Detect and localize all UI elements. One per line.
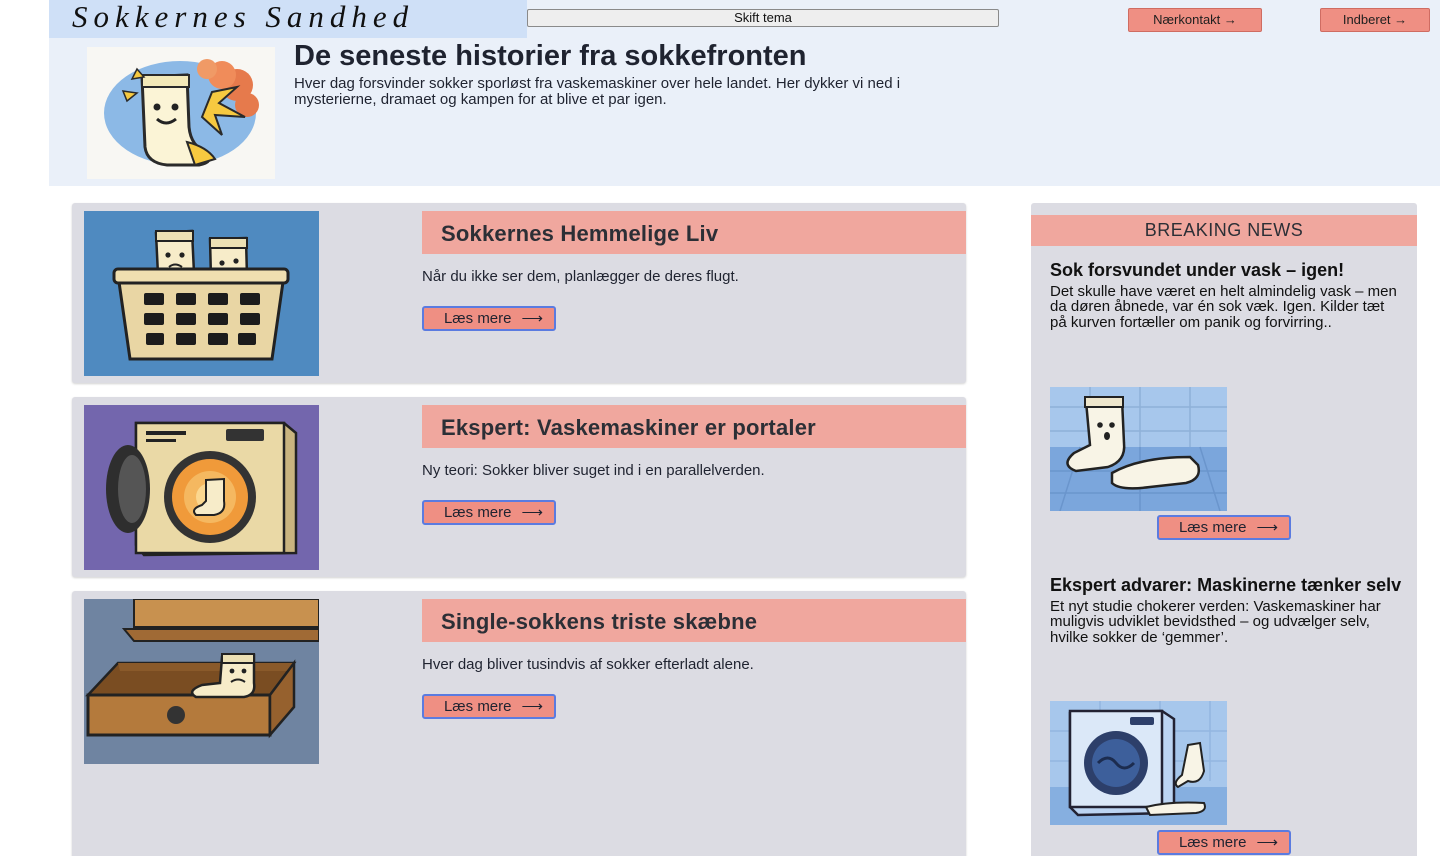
logo-text[interactable]: Sokkernes Sandhed (72, 0, 414, 35)
article-description: Når du ikke ser dem, planlægger de deres… (422, 268, 739, 285)
news-item: Ekspert advarer: Maskinerne tænker selv … (1050, 574, 1405, 645)
article-title-bar: Sokkernes Hemmelige Liv (422, 211, 966, 254)
article-image-washing-machine-portal[interactable] (84, 405, 319, 570)
news-title[interactable]: Ekspert advarer: Maskinerne tænker selv (1050, 574, 1405, 596)
read-more-button[interactable]: Læs mere ⟶ (422, 306, 556, 331)
theme-toggle-button[interactable]: Skift tema (527, 9, 999, 27)
read-more-button[interactable]: Læs mere ⟶ (1157, 515, 1291, 540)
read-more-label: Læs mere (443, 698, 512, 715)
news-description: Et nyt studie chokerer verden: Vaskemask… (1050, 598, 1381, 646)
arrow-right-icon: ⟶ (521, 504, 544, 521)
article-title[interactable]: Ekspert: Vaskemaskiner er portaler (441, 415, 816, 441)
read-more-label: Læs mere (1178, 519, 1247, 536)
read-more-button[interactable]: Læs mere ⟶ (422, 500, 556, 525)
article-description: Ny teori: Sokker bliver suget ind i en p… (422, 462, 765, 479)
article-card: Ekspert: Vaskemaskiner er portaler Ny te… (72, 397, 966, 577)
read-more-label: Læs mere (1178, 834, 1247, 851)
page-intro: Hver dag forsvinder sokker sporløst fra … (294, 75, 901, 108)
article-title-bar: Single-sokkens triste skæbne (422, 599, 966, 642)
article-title[interactable]: Sokkernes Hemmelige Liv (441, 221, 718, 247)
breaking-news-title: BREAKING NEWS (1144, 220, 1304, 240)
contact-button[interactable]: Nærkontakt → (1128, 8, 1262, 32)
breaking-news-sidebar: BREAKING NEWS Sok forsvundet under vask … (1031, 203, 1417, 856)
news-image-thinking-machine[interactable] (1050, 701, 1227, 825)
news-title[interactable]: Sok forsvundet under vask – igen! (1050, 259, 1405, 281)
article-image-sad-sock-drawer[interactable] (84, 599, 319, 764)
arrow-right-icon: ⟶ (1256, 519, 1279, 536)
breaking-news-header: BREAKING NEWS (1031, 215, 1417, 246)
page-title: De seneste historier fra sokkefronten (294, 40, 807, 72)
news-description: Det skulle have været en helt almindelig… (1050, 283, 1397, 331)
read-more-button[interactable]: Læs mere ⟶ (422, 694, 556, 719)
article-title[interactable]: Single-sokkens triste skæbne (441, 609, 757, 635)
arrow-right-icon: ⟶ (1256, 834, 1279, 851)
article-card: Single-sokkens triste skæbne Hver dag bl… (72, 591, 966, 856)
article-image-laundry-basket[interactable] (84, 211, 319, 376)
arrow-right-icon: ⟶ (521, 698, 544, 715)
hero-image-exploding-sock (87, 47, 275, 179)
news-item: Sok forsvundet under vask – igen! Det sk… (1050, 259, 1405, 330)
read-more-label: Læs mere (443, 504, 512, 521)
article-title-bar: Ekspert: Vaskemaskiner er portaler (422, 405, 966, 448)
news-image-missing-sock[interactable] (1050, 387, 1227, 511)
article-description: Hver dag bliver tusindvis af sokker efte… (422, 656, 754, 673)
article-card: Sokkernes Hemmelige Liv Når du ikke ser … (72, 203, 966, 383)
read-more-button[interactable]: Læs mere ⟶ (1157, 830, 1291, 855)
arrow-right-icon: ⟶ (521, 310, 544, 327)
logo[interactable]: Sokkernes Sandhed (49, 0, 527, 38)
site-header: Sokkernes Sandhed Skift tema Nærkontakt … (49, 0, 1440, 186)
report-button[interactable]: Indberet → (1320, 8, 1430, 32)
read-more-label: Læs mere (443, 310, 512, 327)
